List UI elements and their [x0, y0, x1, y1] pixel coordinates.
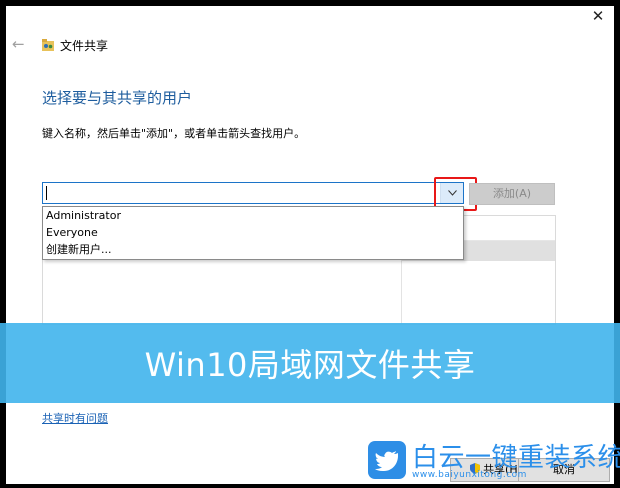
sharing-help-link[interactable]: 共享时有问题	[42, 410, 108, 426]
add-button[interactable]: 添加(A)	[469, 183, 555, 205]
instruction-text: 键入名称，然后单击"添加"，或者单击箭头查找用户。	[42, 127, 306, 140]
window-title: 文件共享	[60, 39, 109, 53]
dropdown-item-create-user[interactable]: 创建新用户...	[43, 241, 463, 258]
watermark-url: www.baiyunxitong.com	[412, 470, 527, 480]
user-name-combobox[interactable]	[42, 182, 464, 204]
watermark-title: 白云一键重装系统	[412, 443, 620, 473]
dropdown-item-everyone[interactable]: Everyone	[43, 224, 463, 241]
title-banner: Win10局域网文件共享	[0, 323, 620, 403]
back-arrow-icon[interactable]: ←	[12, 36, 28, 52]
watermark-logo: 白云一键重装系统 www.baiyunxitong.com	[368, 437, 620, 485]
file-sharing-window: ✕ ← 文件共享 选择要与其共享的用户 键入名称，然后单击"添加"，或者单击箭头…	[6, 6, 614, 484]
page-heading: 选择要与其共享的用户	[42, 89, 193, 107]
close-button[interactable]: ✕	[584, 6, 612, 26]
user-dropdown-list[interactable]: Administrator Everyone 创建新用户...	[42, 206, 464, 260]
twitter-bird-icon	[368, 441, 406, 479]
text-caret	[46, 186, 47, 200]
banner-text: Win10局域网文件共享	[144, 346, 476, 384]
file-share-icon	[42, 39, 54, 51]
dropdown-item-administrator[interactable]: Administrator	[43, 207, 463, 224]
